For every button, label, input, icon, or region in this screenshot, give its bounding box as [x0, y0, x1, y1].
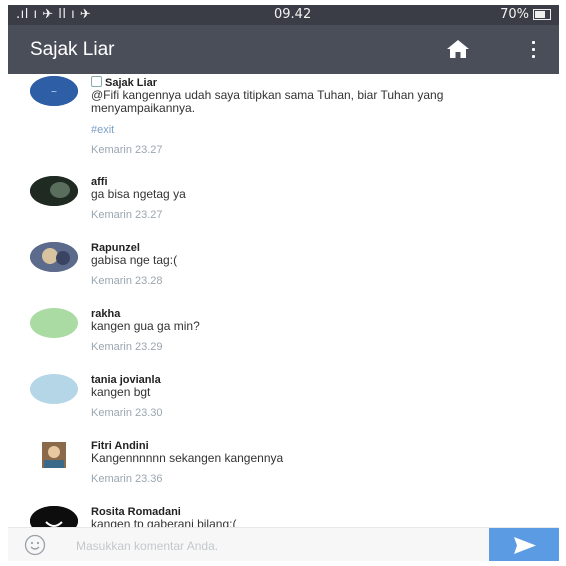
comment-author[interactable]: tania jovianla	[91, 374, 531, 386]
app-bar: Sajak Liar	[8, 25, 559, 74]
comment-body: Fitri Andini Kangennnnnn sekangen kangen…	[91, 440, 531, 485]
official-badge-icon	[91, 76, 102, 87]
comment-input-bar	[8, 527, 559, 561]
comment-text: kangen bgt	[91, 385, 151, 399]
status-bar: .ıl ı ✈ ll ı ✈ 09.42 70%	[8, 5, 559, 25]
comment-body: tania jovianla kangen bgt Kemarin 23.30	[91, 374, 531, 419]
avatar-logo-icon: ~	[30, 76, 78, 106]
screen: .ıl ı ✈ ll ı ✈ 09.42 70% Sajak Liar ~ Sa…	[8, 5, 559, 561]
status-time: 09.42	[274, 7, 312, 22]
emoji-button[interactable]	[24, 534, 46, 556]
comment-body: Rosita Romadani kangen tp gaberani bilan…	[91, 506, 531, 527]
avatar[interactable]	[30, 374, 78, 404]
send-icon	[514, 537, 536, 554]
comment-body: Sajak Liar @Fifi kangennya udah saya tit…	[91, 76, 531, 156]
smiley-icon	[24, 534, 46, 556]
avatar[interactable]	[30, 308, 78, 338]
comment-timestamp: Kemarin 23.27	[91, 144, 163, 156]
send-button[interactable]	[489, 528, 559, 561]
comment-body: rakha kangen gua ga min? Kemarin 23.29	[91, 308, 531, 353]
comment-text: Kangennnnnn sekangen kangennya	[91, 451, 284, 465]
home-icon	[447, 40, 469, 58]
comment-timestamp: Kemarin 23.36	[91, 473, 163, 485]
avatar[interactable]	[30, 242, 78, 272]
avatar[interactable]: ~	[30, 76, 78, 106]
avatar[interactable]	[30, 506, 78, 527]
comment-list[interactable]: ~ Sajak Liar @Fifi kangennya udah saya t…	[8, 74, 559, 527]
page-title: Sajak Liar	[30, 39, 115, 60]
comment-text: ga bisa ngetag ya	[91, 187, 186, 201]
comment-timestamp: Kemarin 23.28	[91, 275, 163, 287]
comment-text: kangen gua ga min?	[91, 319, 200, 333]
comment-body: affi ga bisa ngetag ya Kemarin 23.27	[91, 176, 531, 221]
comment-body: Rapunzel gabisa nge tag:( Kemarin 23.28	[91, 242, 531, 287]
battery-status: 70%	[500, 7, 551, 22]
comment-text: gabisa nge tag:(	[91, 253, 178, 267]
comment-input[interactable]	[74, 534, 478, 558]
avatar[interactable]	[30, 176, 78, 206]
avatar[interactable]	[30, 440, 78, 470]
more-options-button[interactable]	[528, 39, 538, 61]
comment-timestamp: Kemarin 23.29	[91, 341, 163, 353]
more-vert-icon	[532, 41, 535, 44]
battery-icon	[533, 9, 551, 20]
signal-indicators: .ıl ı ✈ ll ı ✈	[16, 7, 92, 22]
svg-text:~: ~	[51, 87, 58, 96]
comment-timestamp: Kemarin 23.30	[91, 407, 163, 419]
home-button[interactable]	[446, 39, 470, 59]
comment-text: kangen tp gaberani bilang:(	[91, 517, 237, 528]
battery-percent: 70%	[500, 7, 529, 22]
comment-timestamp: Kemarin 23.27	[91, 209, 163, 221]
comment-text: @Fifi kangennya udah saya titipkan sama …	[91, 88, 444, 115]
hashtag-link[interactable]: #exit	[91, 124, 531, 136]
